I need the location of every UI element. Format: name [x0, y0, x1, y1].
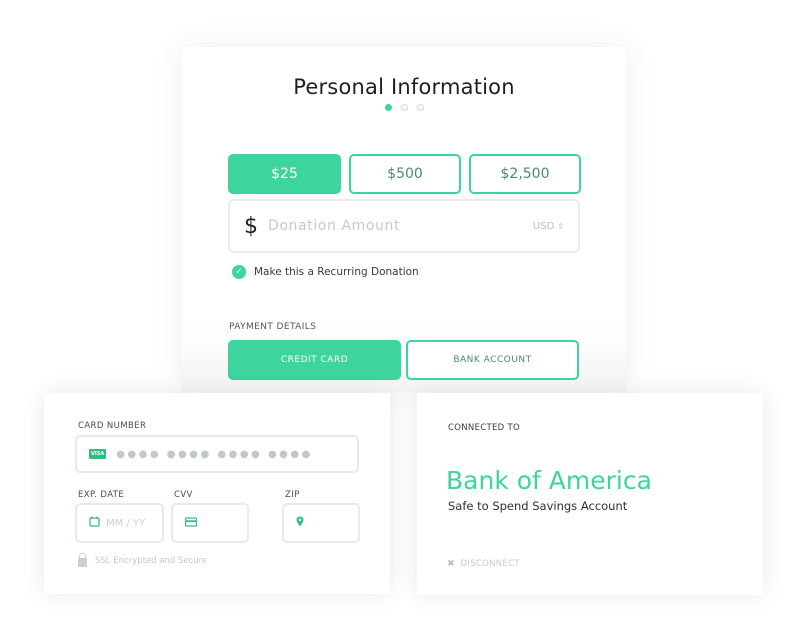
- ssl-notice-text: SSL Encrypted and Secure: [95, 556, 208, 566]
- currency-select[interactable]: USD ⇕: [533, 221, 564, 232]
- zip-input[interactable]: [282, 503, 360, 543]
- cvv-input[interactable]: [171, 503, 249, 543]
- currency-value: USD: [532, 220, 555, 232]
- step-indicator: [182, 104, 626, 111]
- recurring-donation-label: Make this a Recurring Donation: [254, 266, 419, 278]
- ssl-notice: SSL Encrypted and Secure: [78, 553, 208, 567]
- credit-card-icon: [184, 516, 198, 530]
- lock-icon: [78, 553, 87, 567]
- card-number-input[interactable]: VISA ●●●● ●●●● ●●●● ●●●●: [75, 435, 359, 473]
- amount-500-button[interactable]: $500: [349, 154, 461, 194]
- checkmark-icon[interactable]: ✓: [232, 265, 246, 279]
- credit-card-panel: CARD NUMBER VISA ●●●● ●●●● ●●●● ●●●● EXP…: [44, 393, 390, 594]
- disconnect-label: DISCONNECT: [460, 559, 520, 569]
- step-dot-2[interactable]: [400, 104, 408, 111]
- sort-caret-icon: ⇕: [557, 221, 564, 231]
- personal-information-card: Personal Information $25 $500 $2,500 $ D…: [182, 47, 626, 392]
- connected-to-label: CONNECTED TO: [448, 423, 520, 433]
- exp-date-placeholder: MM / YY: [106, 517, 146, 529]
- cvv-label: CVV: [174, 490, 193, 500]
- amount-options: $25 $500 $2,500: [228, 154, 581, 194]
- payment-details-heading: PAYMENT DETAILS: [229, 322, 317, 332]
- visa-icon: VISA: [89, 449, 107, 459]
- exp-date-input[interactable]: MM / YY: [75, 503, 164, 543]
- bank-name: Bank of America: [446, 466, 652, 495]
- step-dot-3[interactable]: [416, 104, 424, 111]
- donation-amount-input[interactable]: $ Donation Amount USD ⇕: [228, 199, 580, 253]
- zip-label: ZIP: [285, 490, 300, 500]
- exp-date-label: EXP. DATE: [78, 490, 125, 500]
- card-number-label: CARD NUMBER: [78, 421, 147, 431]
- map-pin-icon: [296, 516, 304, 530]
- payment-method-tabs: CREDIT CARD BANK ACCOUNT: [228, 340, 579, 380]
- calendar-icon: [89, 516, 100, 530]
- dollar-sign-icon: $: [244, 213, 258, 239]
- bank-account-panel: CONNECTED TO Bank of America Safe to Spe…: [417, 393, 763, 595]
- amount-2500-button[interactable]: $2,500: [469, 154, 581, 194]
- close-icon: ✖: [447, 559, 455, 569]
- disconnect-button[interactable]: ✖ DISCONNECT: [447, 559, 520, 569]
- recurring-donation-checkbox[interactable]: ✓ Make this a Recurring Donation: [232, 265, 419, 279]
- amount-25-button[interactable]: $25: [228, 154, 341, 194]
- page-title: Personal Information: [293, 75, 515, 99]
- step-dot-1[interactable]: [384, 104, 392, 111]
- donation-amount-placeholder[interactable]: Donation Amount: [268, 218, 533, 234]
- account-name: Safe to Spend Savings Account: [448, 499, 628, 513]
- tab-bank-account[interactable]: BANK ACCOUNT: [406, 340, 579, 380]
- tab-credit-card[interactable]: CREDIT CARD: [228, 340, 401, 380]
- card-number-placeholder: ●●●● ●●●● ●●●● ●●●●: [116, 448, 313, 460]
